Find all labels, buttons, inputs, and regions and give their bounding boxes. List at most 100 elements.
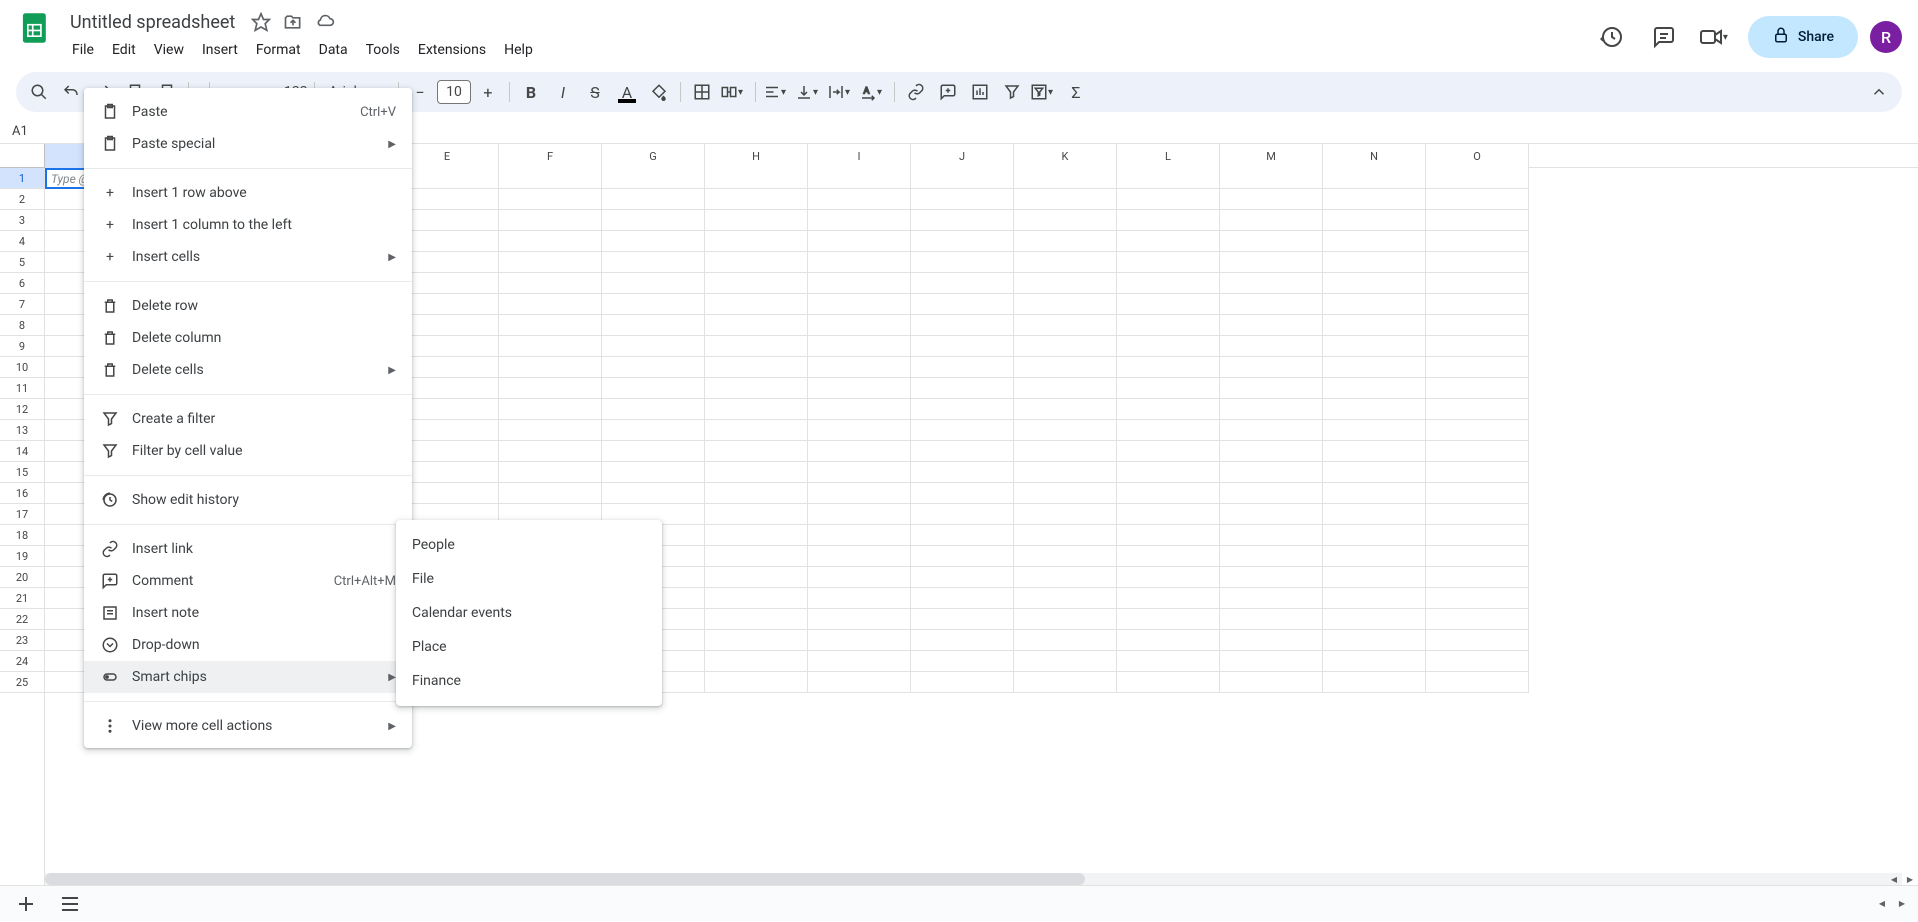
- text-wrap-icon[interactable]: ▾: [826, 77, 856, 107]
- submenu-file[interactable]: File: [396, 562, 662, 596]
- row-header[interactable]: 5: [0, 252, 44, 273]
- row-header[interactable]: 11: [0, 378, 44, 399]
- row-header[interactable]: 15: [0, 462, 44, 483]
- sheet-next-icon[interactable]: ▶: [1894, 898, 1910, 910]
- sheets-logo[interactable]: [16, 8, 56, 48]
- font-size-input[interactable]: [437, 80, 471, 104]
- comment-history-icon[interactable]: [1644, 17, 1684, 57]
- borders-icon[interactable]: [687, 77, 717, 107]
- col-header[interactable]: L: [1117, 144, 1220, 168]
- col-header-a[interactable]: [45, 144, 87, 168]
- submenu-place[interactable]: Place: [396, 630, 662, 664]
- menu-edit[interactable]: Edit: [104, 38, 144, 62]
- ctx-paste-special[interactable]: Paste special ▶: [84, 128, 412, 160]
- row-header[interactable]: 19: [0, 546, 44, 567]
- horizontal-scrollbar[interactable]: [45, 873, 1902, 885]
- meet-icon[interactable]: ▾: [1696, 17, 1736, 57]
- row-header[interactable]: 22: [0, 609, 44, 630]
- active-cell[interactable]: Type @: [45, 168, 87, 189]
- italic-icon[interactable]: I: [548, 77, 578, 107]
- document-title[interactable]: Untitled spreadsheet: [64, 10, 241, 35]
- ctx-delete-row[interactable]: Delete row: [84, 290, 412, 322]
- row-header[interactable]: 10: [0, 357, 44, 378]
- col-header[interactable]: O: [1426, 144, 1529, 168]
- undo-icon[interactable]: [56, 77, 86, 107]
- row-header[interactable]: 4: [0, 231, 44, 252]
- menu-insert[interactable]: Insert: [194, 38, 246, 62]
- col-header[interactable]: I: [808, 144, 911, 168]
- row-header[interactable]: 21: [0, 588, 44, 609]
- merge-cells-icon[interactable]: ▾: [719, 77, 749, 107]
- row-header[interactable]: 1: [0, 168, 44, 189]
- submenu-people[interactable]: People: [396, 528, 662, 562]
- filter-icon[interactable]: [997, 77, 1027, 107]
- strikethrough-icon[interactable]: S: [580, 77, 610, 107]
- filter-views-icon[interactable]: ▾: [1029, 77, 1059, 107]
- increase-font-size-icon[interactable]: +: [473, 77, 503, 107]
- ctx-delete-cells[interactable]: Delete cells ▶: [84, 354, 412, 386]
- ctx-smart-chips[interactable]: Smart chips ▶: [84, 661, 412, 693]
- row-header[interactable]: 17: [0, 504, 44, 525]
- sheet-prev-icon[interactable]: ◀: [1874, 898, 1890, 910]
- account-avatar[interactable]: R: [1870, 21, 1902, 53]
- menu-view[interactable]: View: [146, 38, 192, 62]
- menu-format[interactable]: Format: [248, 38, 309, 62]
- row-header[interactable]: 24: [0, 651, 44, 672]
- ctx-filter-by-value[interactable]: Filter by cell value: [84, 435, 412, 467]
- row-header[interactable]: 23: [0, 630, 44, 651]
- row-header[interactable]: 16: [0, 483, 44, 504]
- scroll-left-icon[interactable]: ◀: [1886, 873, 1902, 885]
- col-header[interactable]: K: [1014, 144, 1117, 168]
- col-header[interactable]: H: [705, 144, 808, 168]
- ctx-insert-column-left[interactable]: + Insert 1 column to the left: [84, 209, 412, 241]
- add-sheet-icon[interactable]: [8, 886, 44, 922]
- col-header[interactable]: G: [602, 144, 705, 168]
- ctx-insert-link[interactable]: Insert link: [84, 533, 412, 565]
- row-header[interactable]: 12: [0, 399, 44, 420]
- insert-link-icon[interactable]: [901, 77, 931, 107]
- search-menus-icon[interactable]: [24, 77, 54, 107]
- ctx-view-more-actions[interactable]: View more cell actions ▶: [84, 710, 412, 742]
- submenu-calendar-events[interactable]: Calendar events: [396, 596, 662, 630]
- fill-color-icon[interactable]: [644, 77, 674, 107]
- ctx-paste[interactable]: Paste Ctrl+V: [84, 96, 412, 128]
- row-header[interactable]: 3: [0, 210, 44, 231]
- text-color-icon[interactable]: A: [612, 77, 642, 107]
- col-header[interactable]: N: [1323, 144, 1426, 168]
- history-icon[interactable]: [1592, 17, 1632, 57]
- insert-comment-icon[interactable]: [933, 77, 963, 107]
- insert-chart-icon[interactable]: [965, 77, 995, 107]
- ctx-comment[interactable]: Comment Ctrl+Alt+M: [84, 565, 412, 597]
- row-header[interactable]: 8: [0, 315, 44, 336]
- col-header[interactable]: F: [499, 144, 602, 168]
- ctx-delete-column[interactable]: Delete column: [84, 322, 412, 354]
- text-rotation-icon[interactable]: A▾: [858, 77, 888, 107]
- collapse-toolbar-icon[interactable]: [1864, 77, 1894, 107]
- col-header[interactable]: J: [911, 144, 1014, 168]
- menu-help[interactable]: Help: [496, 38, 541, 62]
- horizontal-align-icon[interactable]: ▾: [762, 77, 792, 107]
- cloud-status-icon[interactable]: [313, 10, 337, 34]
- ctx-insert-note[interactable]: Insert note: [84, 597, 412, 629]
- menu-extensions[interactable]: Extensions: [410, 38, 494, 62]
- functions-icon[interactable]: Σ: [1061, 77, 1091, 107]
- col-header[interactable]: M: [1220, 144, 1323, 168]
- menu-data[interactable]: Data: [311, 38, 356, 62]
- row-header[interactable]: 2: [0, 189, 44, 210]
- select-all-corner[interactable]: [0, 144, 45, 168]
- move-icon[interactable]: [281, 10, 305, 34]
- scroll-right-icon[interactable]: ▶: [1902, 873, 1918, 885]
- vertical-align-icon[interactable]: ▾: [794, 77, 824, 107]
- name-box[interactable]: A1: [8, 122, 64, 141]
- star-icon[interactable]: [249, 10, 273, 34]
- bold-icon[interactable]: B: [516, 77, 546, 107]
- submenu-finance[interactable]: Finance: [396, 664, 662, 698]
- row-header[interactable]: 6: [0, 273, 44, 294]
- share-button[interactable]: Share: [1748, 16, 1858, 58]
- all-sheets-icon[interactable]: [52, 886, 88, 922]
- row-header[interactable]: 14: [0, 441, 44, 462]
- ctx-create-filter[interactable]: Create a filter: [84, 403, 412, 435]
- row-header[interactable]: 20: [0, 567, 44, 588]
- menu-tools[interactable]: Tools: [358, 38, 408, 62]
- ctx-insert-row-above[interactable]: + Insert 1 row above: [84, 177, 412, 209]
